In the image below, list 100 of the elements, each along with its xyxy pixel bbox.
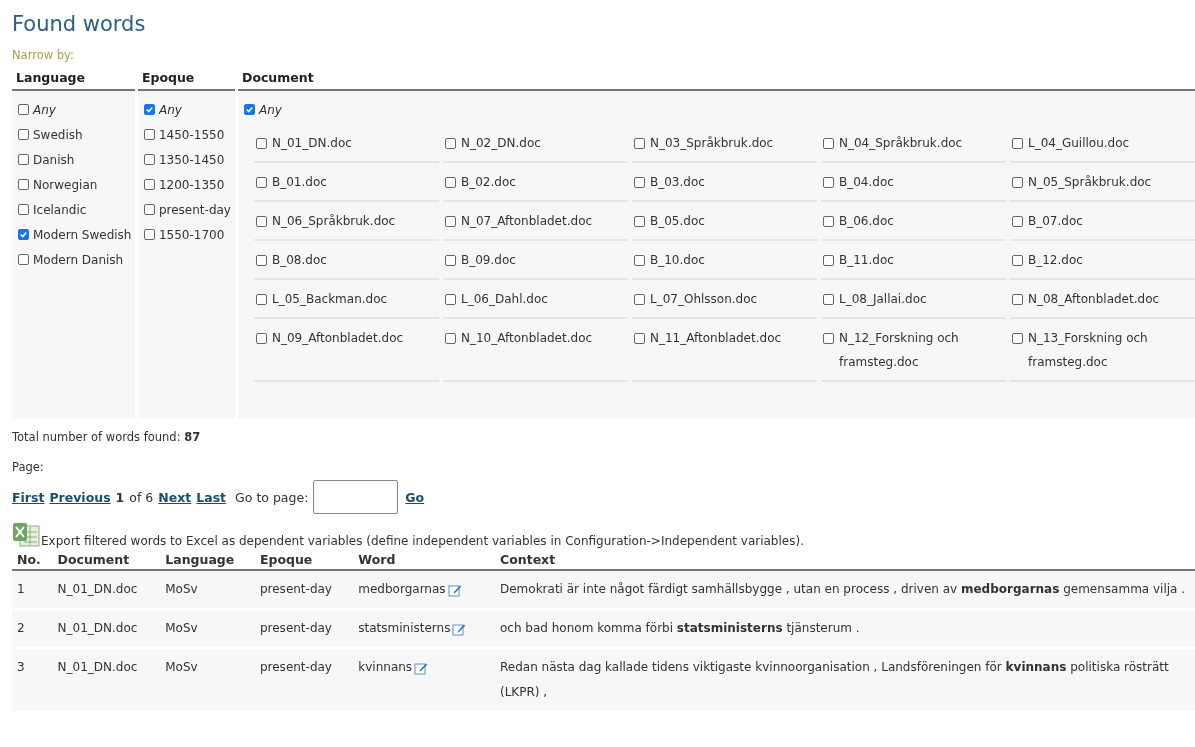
option-label[interactable]: L_06_Dahl.doc [461, 287, 548, 311]
checkbox[interactable] [18, 254, 29, 265]
page-input[interactable] [313, 480, 399, 514]
option-label[interactable]: L_08_Jallai.doc [839, 287, 927, 311]
checkbox[interactable] [256, 294, 267, 305]
checkbox[interactable] [143, 104, 155, 115]
option-label[interactable]: N_08_Aftonbladet.doc [1028, 287, 1160, 311]
option-label[interactable]: Modern Swedish [33, 227, 132, 242]
checkbox[interactable] [256, 177, 267, 188]
checkbox[interactable] [634, 177, 645, 188]
option-label[interactable]: B_03.doc [650, 170, 705, 194]
spreadsheet-icon[interactable] [12, 522, 40, 548]
checkbox[interactable] [634, 333, 645, 344]
option-label[interactable]: 1450-1550 [158, 127, 225, 142]
option-label[interactable]: B_02.doc [461, 170, 516, 194]
edit-icon[interactable] [447, 582, 462, 597]
option-label[interactable]: B_01.doc [272, 170, 327, 194]
option-label[interactable]: N_12_Forskning och framsteg.doc [839, 326, 1006, 374]
option-label[interactable]: Modern Danish [33, 252, 124, 267]
edit-icon[interactable] [414, 660, 429, 675]
option-label[interactable]: N_13_Forskning och framsteg.doc [1028, 326, 1195, 374]
last-link[interactable]: Last [196, 489, 227, 505]
option-label[interactable]: L_05_Backman.doc [272, 287, 388, 311]
checkbox[interactable] [1012, 255, 1023, 266]
option-label[interactable]: N_03_Språkbruk.doc [650, 131, 774, 155]
option-label[interactable]: N_04_Språkbruk.doc [839, 131, 963, 155]
checkbox[interactable] [1012, 333, 1023, 344]
checkbox[interactable] [823, 255, 834, 266]
option-label[interactable]: B_06.doc [839, 209, 894, 233]
checkbox[interactable] [823, 177, 834, 188]
checkbox[interactable] [823, 294, 834, 305]
checkbox[interactable] [634, 255, 645, 266]
option-label[interactable]: present-day [158, 202, 231, 217]
option-label[interactable]: Any [33, 102, 56, 117]
option-label[interactable]: Danish [33, 152, 75, 167]
checkbox[interactable] [143, 179, 155, 190]
checkbox[interactable] [445, 333, 456, 344]
option-label[interactable]: N_02_DN.doc [461, 131, 541, 155]
checkbox[interactable] [143, 129, 155, 140]
checkbox[interactable] [445, 255, 456, 266]
option-label[interactable]: N_06_Språkbruk.doc [272, 209, 396, 233]
option-label[interactable]: L_04_Guillou.doc [1028, 131, 1130, 155]
checkbox[interactable] [445, 216, 456, 227]
option-label[interactable]: 1350-1450 [158, 152, 225, 167]
checkbox[interactable] [823, 333, 834, 344]
option-label[interactable]: 1200-1350 [158, 177, 225, 192]
checkbox[interactable] [445, 294, 456, 305]
option-label[interactable]: B_10.doc [650, 248, 705, 272]
option-label[interactable]: B_08.doc [272, 248, 327, 272]
option-label[interactable]: N_10_Aftonbladet.doc [461, 326, 593, 350]
checkbox[interactable] [823, 216, 834, 227]
checkbox[interactable] [18, 179, 29, 190]
checkbox[interactable] [256, 138, 267, 149]
export-link[interactable]: Export filtered words to Excel as dependent variables (define independent variables in Configuration->Independent variables). [41, 534, 804, 548]
option-label[interactable]: B_09.doc [461, 248, 516, 272]
checkbox[interactable] [1012, 177, 1023, 188]
checkbox[interactable] [634, 294, 645, 305]
option-label[interactable]: Any [259, 102, 282, 117]
option-label[interactable]: 1550-1700 [158, 227, 225, 242]
checkbox[interactable] [18, 204, 29, 215]
option-label[interactable]: B_11.doc [839, 248, 894, 272]
checkbox[interactable] [634, 216, 645, 227]
next-link[interactable]: Next [158, 489, 192, 505]
checkbox[interactable] [256, 216, 267, 227]
checkbox[interactable] [18, 104, 29, 115]
option-label[interactable]: B_04.doc [839, 170, 894, 194]
checkbox[interactable] [1012, 138, 1023, 149]
checkbox[interactable] [18, 129, 29, 140]
first-link[interactable]: First [12, 489, 45, 505]
option-label[interactable]: Swedish [33, 127, 83, 142]
checkbox[interactable] [18, 154, 29, 165]
checkbox[interactable] [18, 229, 29, 240]
checkbox[interactable] [1012, 216, 1023, 227]
checkbox[interactable] [445, 177, 456, 188]
option-label[interactable]: N_09_Aftonbladet.doc [272, 326, 404, 350]
option-label[interactable]: N_01_DN.doc [272, 131, 352, 155]
option-label[interactable]: N_05_Språkbruk.doc [1028, 170, 1152, 194]
option-label[interactable]: B_12.doc [1028, 248, 1083, 272]
option-label[interactable]: L_07_Ohlsson.doc [650, 287, 758, 311]
checkbox[interactable] [143, 154, 155, 165]
checkbox[interactable] [823, 138, 834, 149]
option-label[interactable]: B_07.doc [1028, 209, 1083, 233]
option-label[interactable]: N_11_Aftonbladet.doc [650, 326, 782, 350]
option-label[interactable]: Any [158, 102, 182, 117]
go-link[interactable]: Go [405, 489, 425, 505]
previous-link[interactable]: Previous [49, 489, 111, 505]
checkbox[interactable] [1012, 294, 1023, 305]
option-label[interactable]: N_07_Aftonbladet.doc [461, 209, 593, 233]
table-cell: N_01_DN.doc [52, 609, 161, 648]
checkbox[interactable] [634, 138, 645, 149]
option-label[interactable]: Norwegian [33, 177, 98, 192]
checkbox[interactable] [143, 204, 155, 215]
option-label[interactable]: Icelandic [33, 202, 87, 217]
checkbox[interactable] [445, 138, 456, 149]
edit-icon[interactable] [452, 621, 467, 636]
checkbox[interactable] [256, 255, 267, 266]
checkbox[interactable] [244, 104, 255, 115]
checkbox[interactable] [256, 333, 267, 344]
option-label[interactable]: B_05.doc [650, 209, 705, 233]
checkbox[interactable] [143, 229, 155, 240]
